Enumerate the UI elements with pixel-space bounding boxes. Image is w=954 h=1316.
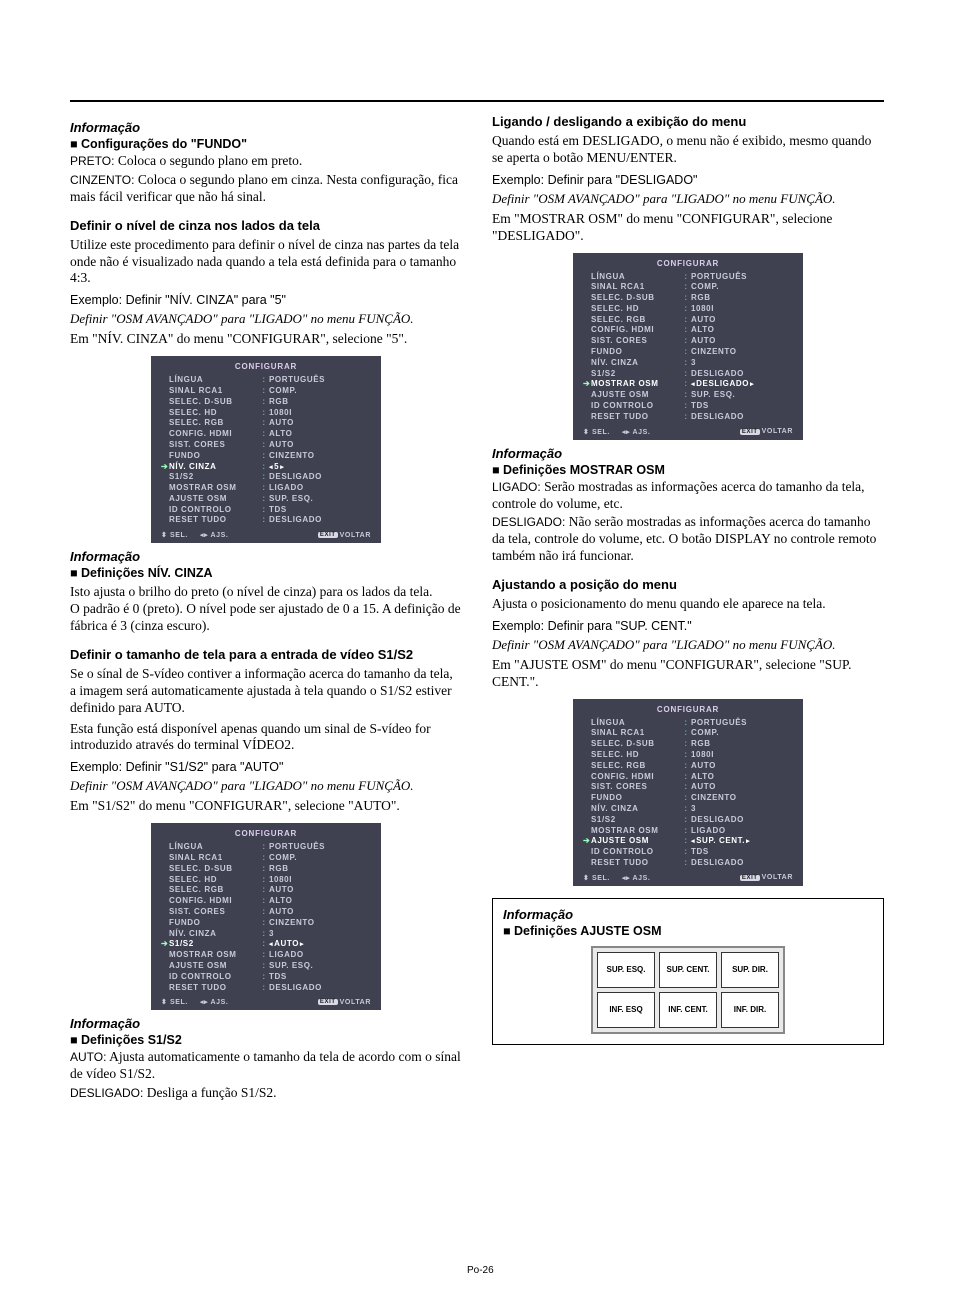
sect1-italic: Definir "OSM AVANÇADO" para "LIGADO" no … — [70, 311, 462, 327]
sect1-head: Definir o nível de cinza nos lados da te… — [70, 218, 462, 233]
left-column: Informação Configurações do "FUNDO" PRET… — [70, 114, 462, 1102]
sect3-body: Quando está em DESLIGADO, o menu não é e… — [492, 133, 884, 167]
info3-body-a: AUTO: Ajusta automaticamente o tamanho d… — [70, 1049, 462, 1083]
sect4-note: Em "AJUSTE OSM" do menu "CONFIGURAR", se… — [492, 657, 884, 691]
info4-body-a: LIGADO: Serão mostradas as informações a… — [492, 479, 884, 513]
top-rule — [70, 100, 884, 102]
osd-menu-1: CONFIGURARLÍNGUA:PORTUGUÊSSINAL RCA1:COM… — [151, 356, 381, 543]
sect3-italic: Definir "OSM AVANÇADO" para "LIGADO" no … — [492, 191, 884, 207]
info3-body-b: DESLIGADO: Desliga a função S1/S2. — [70, 1085, 462, 1102]
info1-head: Informação — [70, 120, 462, 135]
info1-text-a: Coloca o segundo plano em preto. — [114, 153, 302, 168]
sect2-body1: Se o sínal de S-vídeo contiver a informa… — [70, 666, 462, 717]
cell-inf-esq: INF. ESQ — [597, 992, 655, 1028]
info3-text-b: Desliga a função S1/S2. — [143, 1085, 276, 1100]
info1-sub: Configurações do "FUNDO" — [70, 137, 462, 151]
sect2-body2: Esta função está disponível apenas quand… — [70, 721, 462, 755]
info4-text-a: Serão mostradas as informações acerca do… — [492, 479, 865, 511]
sect4-example: Exemplo: Definir para "SUP. CENT." — [492, 619, 884, 633]
info2-sub: Definições NÍV. CINZA — [70, 566, 462, 580]
info4-lead-a: LIGADO: — [492, 480, 541, 494]
sect2-italic: Definir "OSM AVANÇADO" para "LIGADO" no … — [70, 778, 462, 794]
info4-body-b: DESLIGADO: Não serão mostradas as inform… — [492, 514, 884, 565]
osd-menu-4: CONFIGURARLÍNGUA:PORTUGUÊSSINAL RCA1:COM… — [573, 699, 803, 886]
sect1-body: Utilize este procedimento para definir o… — [70, 237, 462, 288]
info5-sub: Definições AJUSTE OSM — [503, 924, 873, 938]
info1-body-b: CINZENTO: Coloca o segundo plano em cinz… — [70, 172, 462, 206]
cell-sup-esq: SUP. ESQ. — [597, 952, 655, 988]
info3-sub: Definições S1/S2 — [70, 1033, 462, 1047]
sect4-italic: Definir "OSM AVANÇADO" para "LIGADO" no … — [492, 637, 884, 653]
sect3-head: Ligando / desligando a exibição do menu — [492, 114, 884, 129]
info3-head: Informação — [70, 1016, 462, 1031]
sect3-example: Exemplo: Definir para "DESLIGADO" — [492, 173, 884, 187]
info3-text-a: Ajusta automaticamente o tamanho da tela… — [70, 1049, 461, 1081]
sect2-head: Definir o tamanho de tela para a entrada… — [70, 647, 462, 662]
sect2-note: Em "S1/S2" do menu "CONFIGURAR", selecio… — [70, 798, 462, 815]
cell-sup-cent: SUP. CENT. — [659, 952, 717, 988]
info3-lead-b: DESLIGADO: — [70, 1086, 143, 1100]
info3-lead-a: AUTO: — [70, 1050, 106, 1064]
sect1-note: Em "NÍV. CINZA" do menu "CONFIGURAR", se… — [70, 331, 462, 348]
info4-sub: Definições MOSTRAR OSM — [492, 463, 884, 477]
info1-lead-a: PRETO: — [70, 154, 114, 168]
sect4-head: Ajustando a posição do menu — [492, 577, 884, 592]
info4-head: Informação — [492, 446, 884, 461]
info5-box: Informação Definições AJUSTE OSM SUP. ES… — [492, 898, 884, 1045]
info2-head: Informação — [70, 549, 462, 564]
sect2-example: Exemplo: Definir "S1/S2" para "AUTO" — [70, 760, 462, 774]
cell-inf-dir: INF. DIR. — [721, 992, 779, 1028]
info1-lead-b: CINZENTO: — [70, 173, 134, 187]
info5-head: Informação — [503, 907, 873, 922]
osd-menu-3: CONFIGURARLÍNGUA:PORTUGUÊSSINAL RCA1:COM… — [573, 253, 803, 440]
sect3-note: Em "MOSTRAR OSM" do menu "CONFIGURAR", s… — [492, 211, 884, 245]
osm-position-grid: SUP. ESQ. SUP. CENT. SUP. DIR. INF. ESQ … — [591, 946, 785, 1034]
cell-inf-cent: INF. CENT. — [659, 992, 717, 1028]
sect1-example: Exemplo: Definir "NÍV. CINZA" para "5" — [70, 293, 462, 307]
right-column: Ligando / desligando a exibição do menu … — [492, 114, 884, 1102]
info2-body: Isto ajusta o brilho do preto (o nível d… — [70, 584, 462, 635]
sect4-body: Ajusta o posicionamento do menu quando e… — [492, 596, 884, 613]
info1-body-a: PRETO: Coloca o segundo plano em preto. — [70, 153, 462, 170]
osd-menu-2: CONFIGURARLÍNGUA:PORTUGUÊSSINAL RCA1:COM… — [151, 823, 381, 1010]
page-number: Po-26 — [467, 1265, 494, 1276]
cell-sup-dir: SUP. DIR. — [721, 952, 779, 988]
info4-lead-b: DESLIGADO: — [492, 515, 565, 529]
